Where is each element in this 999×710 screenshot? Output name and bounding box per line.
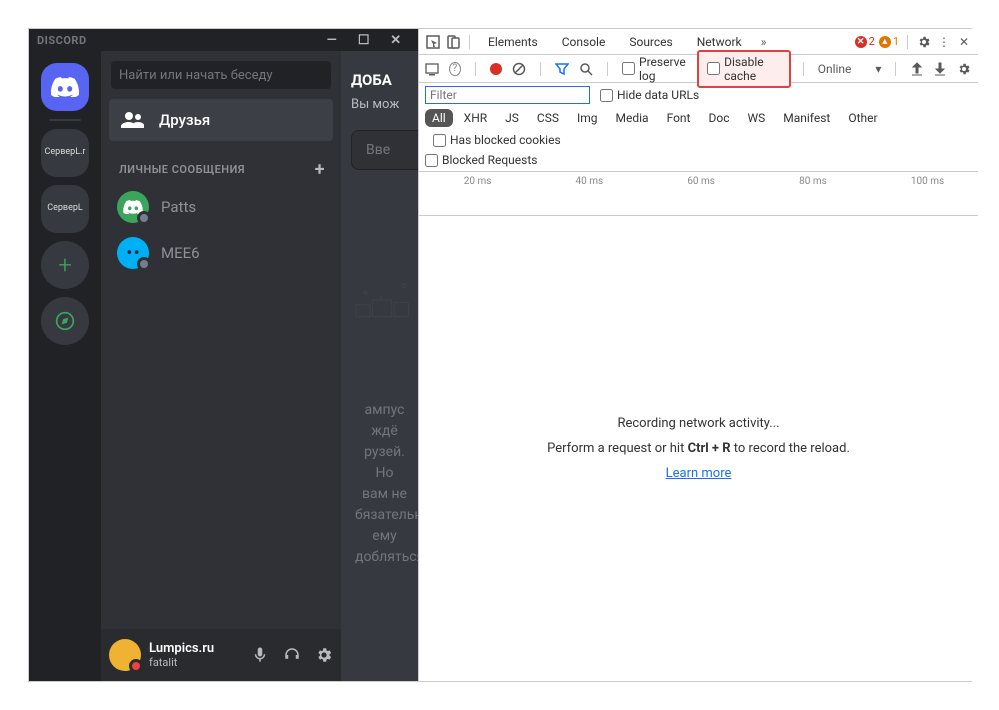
friends-label: Друзья xyxy=(159,111,210,129)
add-friend-input[interactable]: Вве xyxy=(351,130,418,170)
discord-titlebar: DISCORD — ☐ ✕ xyxy=(29,29,418,51)
server-label: СерверL xyxy=(47,204,83,214)
type-manifest[interactable]: Manifest xyxy=(776,109,837,127)
inspect-icon[interactable] xyxy=(425,34,441,50)
discord-icon xyxy=(51,77,79,97)
add-server-button[interactable]: + xyxy=(41,241,89,289)
dm-name: MEE6 xyxy=(161,244,200,262)
user-name: Lumpics.ru xyxy=(149,641,214,657)
wumpus-text: ампус ждё рузей. Но вам не бязательно ем… xyxy=(351,400,418,568)
toggle-screenshot-icon[interactable] xyxy=(425,61,439,77)
clear-icon[interactable] xyxy=(512,61,526,77)
disable-cache-checkbox[interactable]: Disable cache xyxy=(697,50,791,88)
type-xhr[interactable]: XHR xyxy=(457,109,494,127)
error-badge[interactable]: ✕2 xyxy=(855,35,875,48)
tab-elements[interactable]: Elements xyxy=(478,29,548,54)
search-icon[interactable] xyxy=(579,61,593,77)
server-item[interactable]: СерверL.r xyxy=(41,129,89,177)
user-avatar[interactable] xyxy=(109,639,141,671)
server-label: СерверL.r xyxy=(45,148,86,158)
learn-more-link[interactable]: Learn more xyxy=(666,466,732,481)
create-dm-button[interactable]: + xyxy=(315,159,325,180)
timeline[interactable]: 20 ms 40 ms 60 ms 80 ms 100 ms xyxy=(419,172,978,216)
filter-input[interactable] xyxy=(425,86,590,104)
server-item[interactable]: СерверL xyxy=(41,185,89,233)
filter-icon[interactable] xyxy=(555,61,569,77)
throttle-select[interactable]: Online▾ xyxy=(818,62,882,76)
close-button[interactable]: ✕ xyxy=(382,30,410,50)
close-devtools-icon[interactable]: ✕ xyxy=(956,34,972,50)
server-separator xyxy=(49,119,81,121)
hint-message: Perform a request or hit Ctrl + R to rec… xyxy=(547,441,850,456)
help-icon[interactable]: ? xyxy=(449,62,461,76)
explore-button[interactable] xyxy=(41,297,89,345)
channel-sidebar: Найти или начать беседу Друзья ЛИЧНЫЕ СО… xyxy=(101,51,341,681)
home-button[interactable] xyxy=(41,63,89,111)
type-img[interactable]: Img xyxy=(570,109,605,127)
tab-sources[interactable]: Sources xyxy=(619,29,682,54)
network-body: Recording network activity... Perform a … xyxy=(419,216,978,681)
type-font[interactable]: Font xyxy=(660,109,698,127)
status-offline-icon xyxy=(137,257,151,271)
dm-item[interactable]: MEE6 xyxy=(109,231,333,275)
devtools-panel: Elements Console Sources Network » ✕2 ▲1… xyxy=(418,29,978,681)
settings-icon[interactable] xyxy=(315,646,333,664)
wumpus-illustration xyxy=(351,250,418,350)
mute-icon[interactable] xyxy=(251,646,269,664)
dm-name: Patts xyxy=(161,198,196,216)
user-tag: fatalit xyxy=(149,656,214,669)
status-offline-icon xyxy=(137,211,151,225)
download-icon[interactable] xyxy=(933,61,946,77)
preserve-log-checkbox[interactable]: Preserve log xyxy=(622,55,689,83)
type-css[interactable]: CSS xyxy=(530,109,566,127)
type-media[interactable]: Media xyxy=(609,109,656,127)
user-panel: Lumpics.ru fatalit xyxy=(101,629,341,681)
type-filters: All XHR JS CSS Img Media Font Doc WS Man… xyxy=(419,107,978,172)
hide-urls-checkbox[interactable]: Hide data URLs xyxy=(600,88,699,102)
maximize-button[interactable]: ☐ xyxy=(350,30,378,50)
deafen-icon[interactable] xyxy=(283,646,301,664)
main-content: ДОБА Вы мож Вве ампус ждё рузей. Но вам … xyxy=(341,51,418,681)
dm-header: ЛИЧНЫЕ СООБЩЕНИЯ + xyxy=(101,141,341,184)
record-button[interactable] xyxy=(489,61,502,77)
tab-console[interactable]: Console xyxy=(552,29,616,54)
discord-logo-text: DISCORD xyxy=(37,34,87,47)
avatar xyxy=(117,237,149,269)
discord-app: DISCORD — ☐ ✕ СерверL.r СерверL + xyxy=(29,29,418,681)
type-js[interactable]: JS xyxy=(498,109,526,127)
warning-badge[interactable]: ▲1 xyxy=(879,35,899,48)
network-settings-icon[interactable] xyxy=(956,61,972,77)
more-tabs-icon[interactable]: » xyxy=(756,34,772,50)
server-list: СерверL.r СерверL + xyxy=(29,51,101,681)
search-input[interactable]: Найти или начать беседу xyxy=(111,61,331,89)
device-toggle-icon[interactable] xyxy=(445,34,461,50)
recording-message: Recording network activity... xyxy=(617,416,779,431)
add-friend-heading: ДОБА xyxy=(351,71,418,89)
upload-icon[interactable] xyxy=(910,61,923,77)
type-other[interactable]: Other xyxy=(841,109,884,127)
friends-tab[interactable]: Друзья xyxy=(109,99,333,141)
settings-icon[interactable] xyxy=(916,34,932,50)
network-toolbar: ? Preserve log Disable cache Online▾ xyxy=(419,55,978,83)
friends-icon xyxy=(121,112,145,128)
type-all[interactable]: All xyxy=(425,109,453,127)
type-doc[interactable]: Doc xyxy=(701,109,736,127)
minimize-button[interactable]: — xyxy=(318,30,346,50)
dm-item[interactable]: Patts xyxy=(109,185,333,229)
compass-icon xyxy=(55,311,75,331)
kebab-icon[interactable]: ⋮ xyxy=(936,34,952,50)
add-friend-sub: Вы мож xyxy=(351,97,418,112)
avatar xyxy=(117,191,149,223)
type-ws[interactable]: WS xyxy=(740,109,772,127)
status-dnd-icon xyxy=(129,659,143,673)
blocked-requests-checkbox[interactable]: Blocked Requests xyxy=(425,153,972,167)
has-blocked-checkbox[interactable]: Has blocked cookies xyxy=(433,133,561,147)
